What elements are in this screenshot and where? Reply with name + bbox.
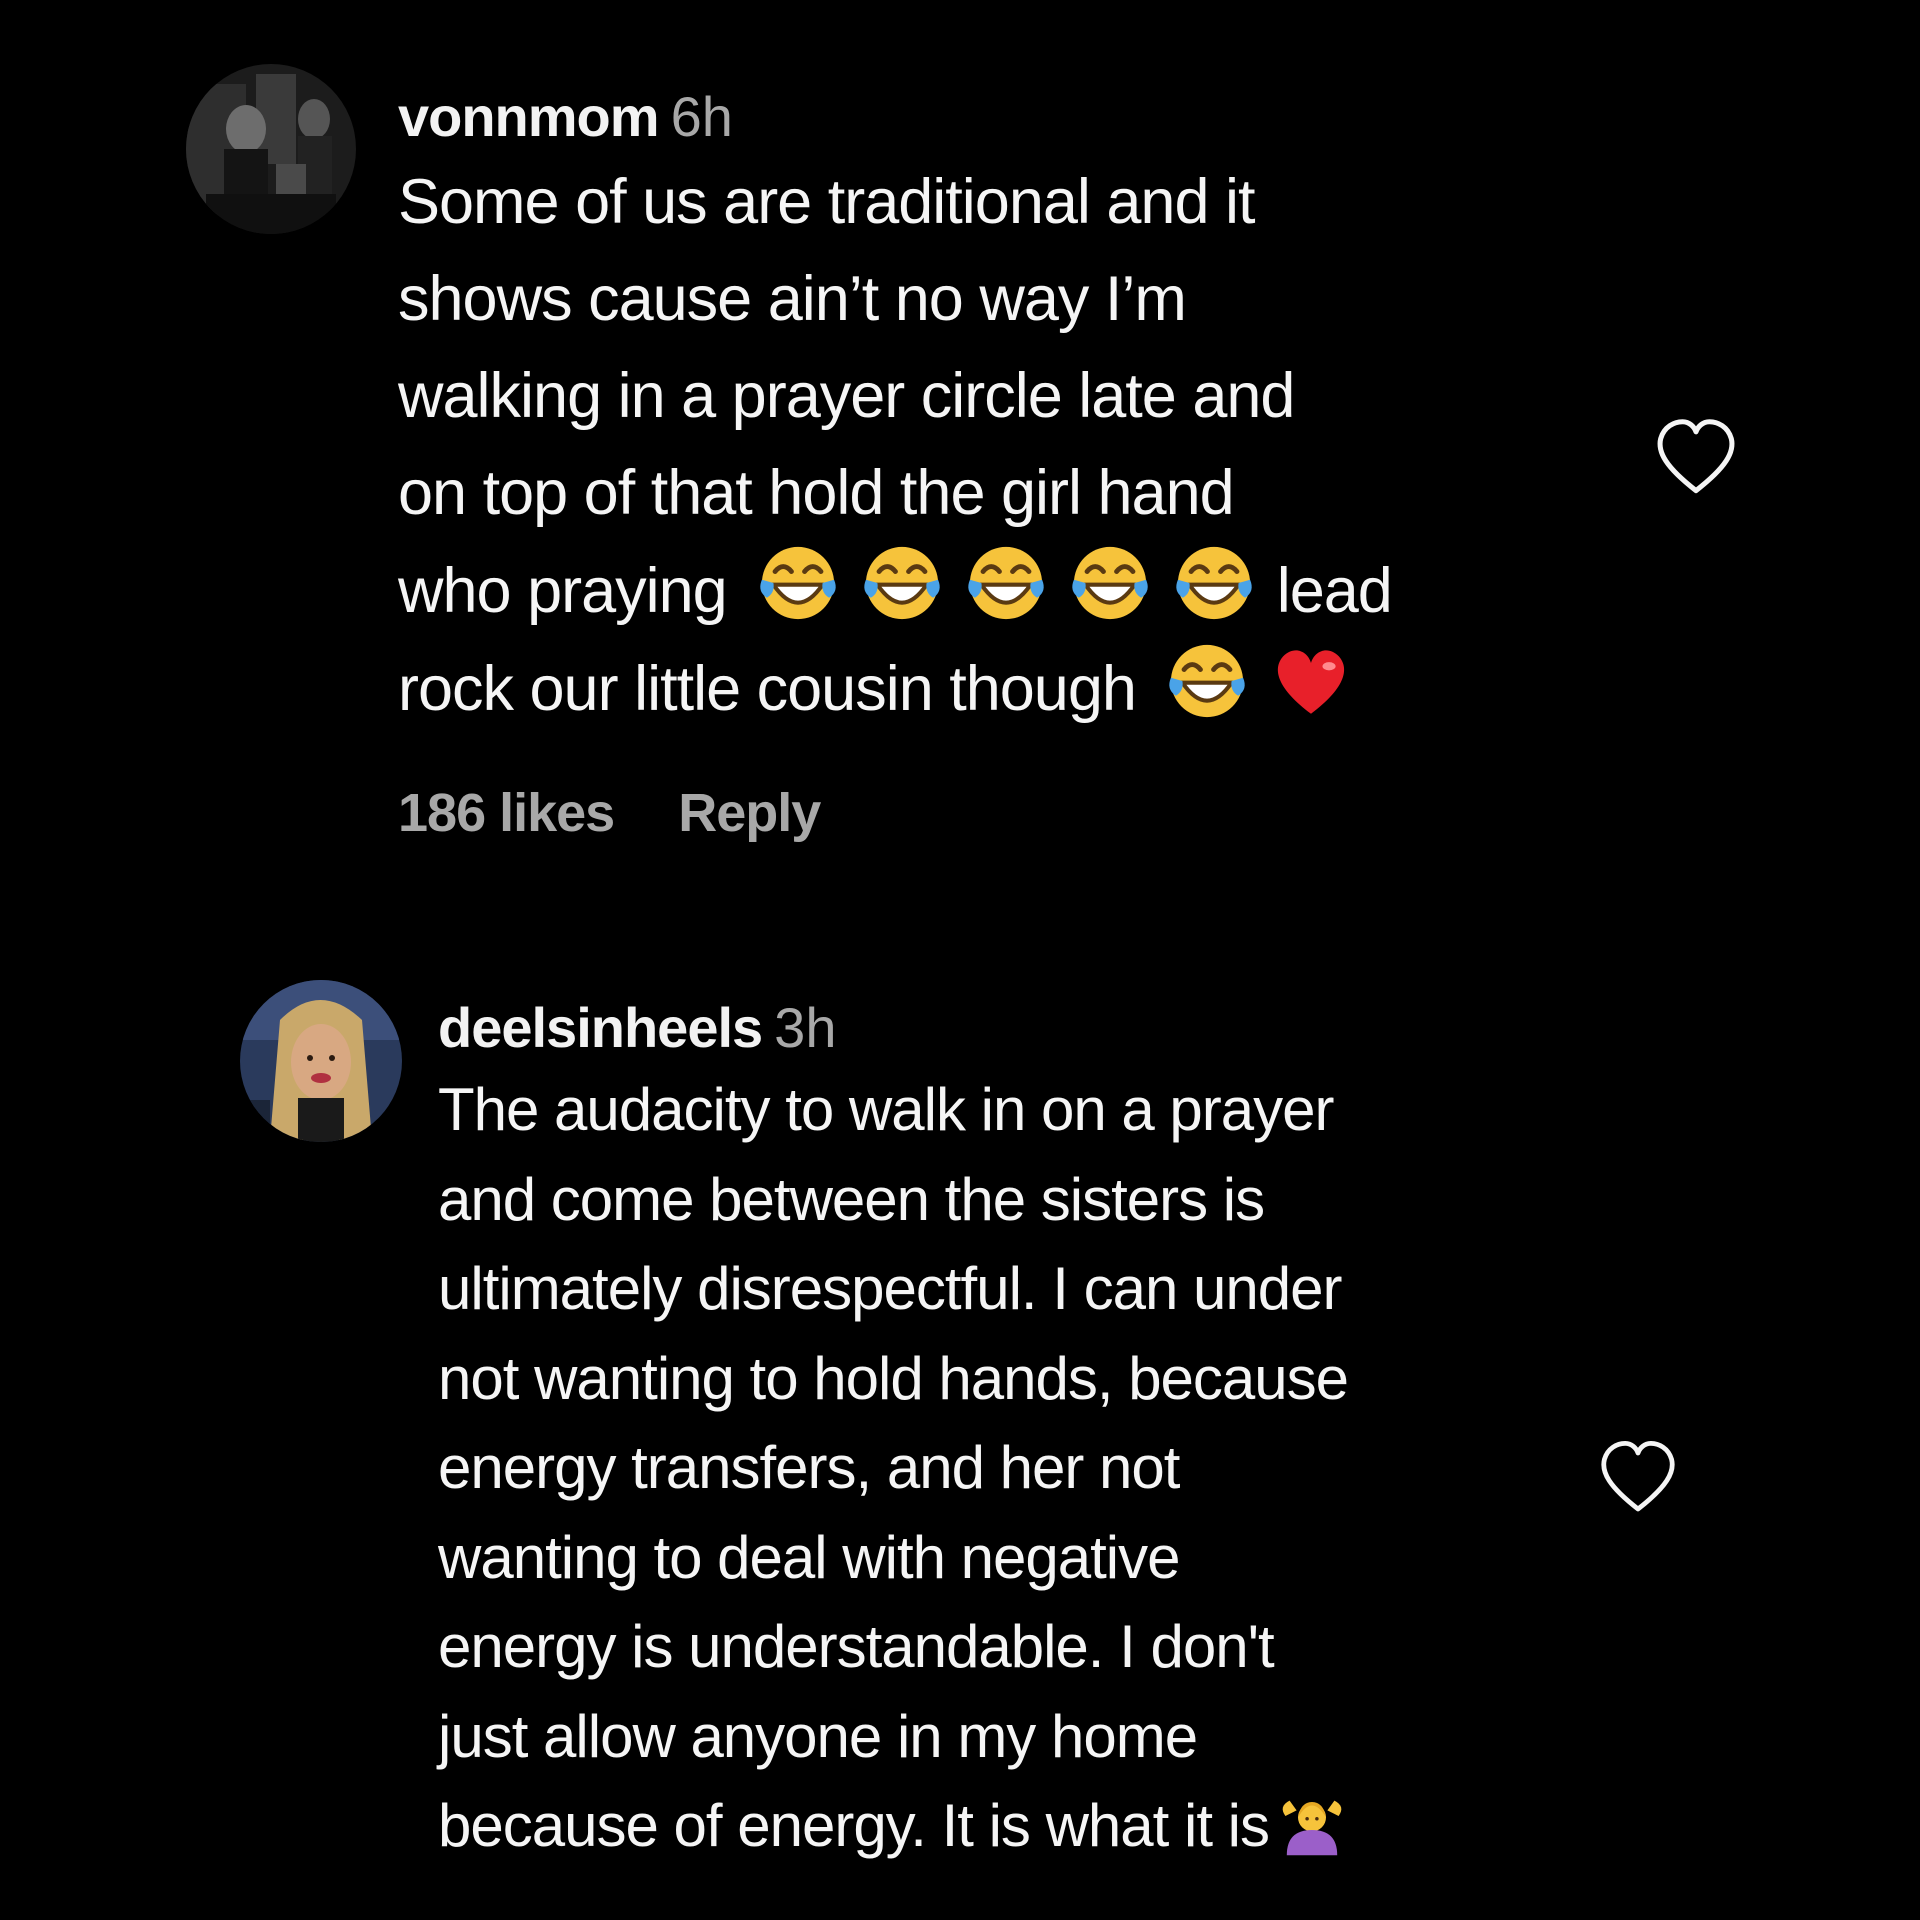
comment-line: because of energy. It is what it is — [438, 1781, 1369, 1871]
reply-button[interactable]: Reply — [678, 783, 821, 843]
red-heart-emoji — [1270, 640, 1352, 722]
comment-line: who praying lead — [398, 542, 1393, 640]
comment-line: shows cause ain’t no way I’m — [398, 264, 1187, 334]
comment-line: rock our little cousin though — [398, 640, 1392, 738]
comment-line: energy transfers, and her not — [438, 1434, 1180, 1501]
username[interactable]: vonnmom — [398, 85, 660, 148]
comment-footer: 186 likes Reply — [398, 782, 1392, 844]
comment-line-text: rock our little cousin though — [398, 654, 1137, 724]
username[interactable]: deelsinheels — [438, 996, 763, 1059]
comment-line: The audacity to walk in on a prayer — [438, 1076, 1335, 1143]
tears-of-joy-emoji — [1166, 640, 1248, 722]
comment-line: not wanting to hold hands, because — [438, 1344, 1349, 1412]
comment-text: Some of us are traditional and it shows … — [398, 154, 1393, 738]
comment: deelsinheels 3h The audacity to walk in o… — [438, 993, 1369, 1871]
likes-count[interactable]: 186 likes — [398, 783, 615, 843]
comment-text: The audacity to walk in on a prayer and … — [438, 1065, 1369, 1871]
comment-line: on top of that hold the girl hand — [398, 458, 1235, 528]
tears-of-joy-emoji — [1173, 542, 1255, 624]
avatar[interactable] — [240, 980, 402, 1142]
woman-shrugging-emoji — [1277, 1788, 1347, 1858]
comment-line: Some of us are traditional and it — [398, 167, 1256, 237]
tears-of-joy-emoji — [757, 542, 839, 624]
timestamp: 6h — [670, 85, 733, 148]
comment-line-text: because of energy. It is what it is — [438, 1792, 1270, 1859]
tears-of-joy-emoji — [965, 542, 1047, 624]
comment-line-text: lead — [1276, 556, 1393, 626]
comment-header: vonnmom 6h — [398, 82, 1392, 152]
comment: vonnmom 6h Some of us are traditional and… — [398, 82, 1393, 844]
comment-line: ultimately disrespectful. I can under — [438, 1255, 1342, 1322]
timestamp: 3h — [774, 996, 837, 1059]
heart-outline-icon[interactable] — [1654, 418, 1738, 496]
comment-header: deelsinheels 3h — [438, 993, 1369, 1063]
comment-line: walking in a prayer circle late and — [398, 361, 1295, 431]
heart-outline-icon[interactable] — [1598, 1440, 1678, 1514]
comment-line: just allow anyone in my home — [438, 1702, 1198, 1770]
comment-line: energy is understandable. I don't — [438, 1613, 1275, 1680]
comment-line: and come between the sisters is — [438, 1165, 1265, 1233]
avatar[interactable] — [186, 64, 356, 234]
tears-of-joy-emoji — [861, 542, 943, 624]
comment-line: wanting to deal with negative — [438, 1523, 1181, 1591]
comment-line-text: who praying — [398, 556, 728, 626]
tears-of-joy-emoji — [1069, 542, 1151, 624]
